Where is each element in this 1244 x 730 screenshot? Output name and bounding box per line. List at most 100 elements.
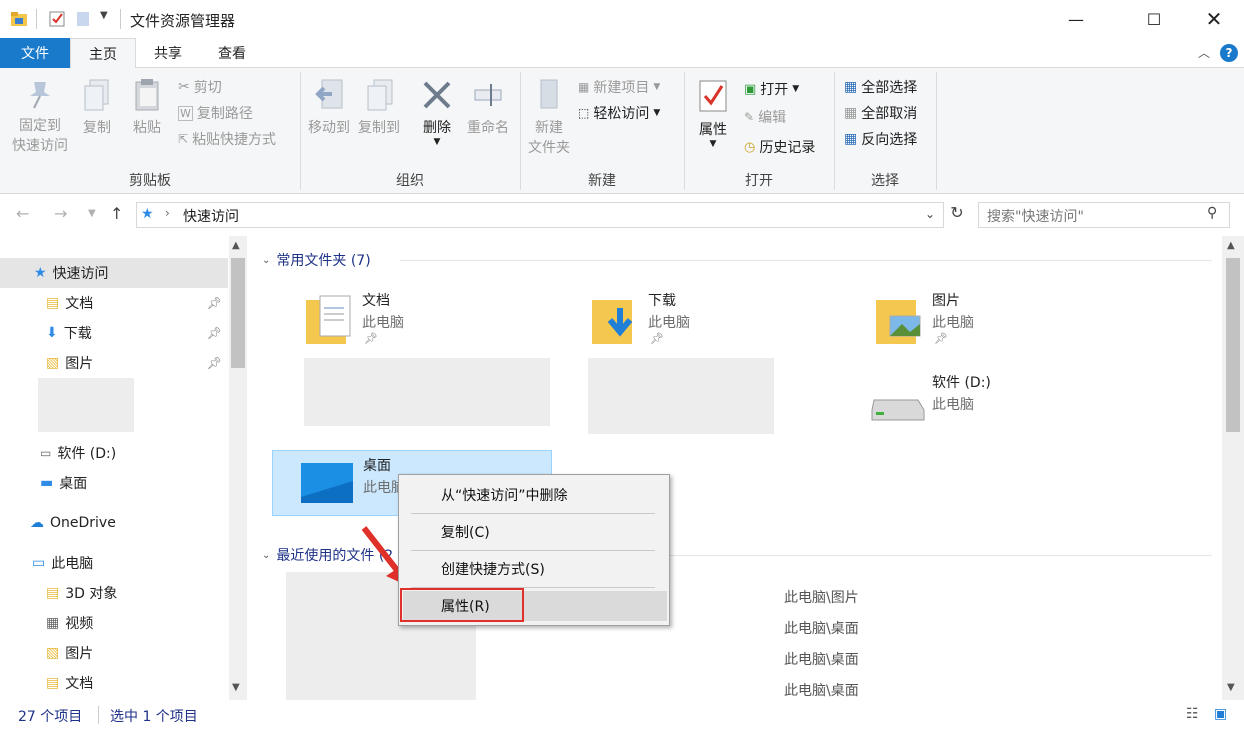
nav-drive-d[interactable]: ▭ 软件 (D:)	[0, 438, 228, 468]
help-icon[interactable]: ?	[1220, 44, 1238, 62]
move-to-button[interactable]: 移动到	[306, 78, 352, 138]
collapse-chevron-icon[interactable]: ⌄	[262, 255, 270, 266]
nav-documents-pc[interactable]: ▤ 文档	[0, 668, 228, 698]
scroll-up-icon[interactable]: ▲	[1227, 240, 1235, 251]
easy-access-button[interactable]: ⬚ 轻松访问 ▼	[578, 102, 660, 124]
scroll-down-icon[interactable]: ▼	[1227, 682, 1235, 693]
maximize-button[interactable]: ☐	[1126, 0, 1182, 38]
tile-downloads[interactable]: 下载 此电脑 📌︎	[586, 286, 866, 354]
frequent-folders-header[interactable]: ⌄ 常用文件夹 (7)	[262, 250, 371, 270]
tab-share[interactable]: 共享	[138, 38, 198, 68]
copy-to-button[interactable]: 复制到	[356, 78, 402, 138]
paste-shortcut-button[interactable]: ⇱ 粘贴快捷方式	[178, 128, 276, 150]
nav-3d-objects[interactable]: ▤ 3D 对象	[0, 578, 228, 608]
search-icon[interactable]: ⚲	[1207, 205, 1217, 221]
collapse-ribbon-icon[interactable]: ︿	[1198, 44, 1210, 61]
tile-location: 此电脑	[932, 397, 974, 413]
customize-quick-access-icon[interactable]: ▼	[100, 10, 108, 21]
nav-label: 快速访问	[52, 266, 109, 282]
collapse-chevron-icon[interactable]: ⌄	[262, 550, 270, 561]
pin-icon[interactable]: 📌︎	[207, 296, 222, 310]
properties-ribbon-button[interactable]: 属性 ▼	[692, 78, 734, 149]
nav-pictures-pc[interactable]: ▧ 图片	[0, 638, 228, 668]
nav-quick-access[interactable]: ★ 快速访问	[0, 258, 228, 288]
breadcrumb-quick-access[interactable]: 快速访问	[183, 206, 239, 226]
copy-path-icon: W	[178, 105, 193, 121]
nav-label: 图片	[65, 646, 94, 662]
cut-button[interactable]: ✂ 剪切	[178, 76, 222, 98]
tile-pictures[interactable]: 图片 此电脑 📌︎	[870, 286, 1150, 354]
paste-button[interactable]: 粘贴	[126, 78, 168, 138]
new-folder-quick-icon[interactable]	[74, 10, 92, 28]
nav-pictures[interactable]: ▧ 图片 📌︎	[0, 348, 228, 378]
refresh-icon[interactable]: ↻	[946, 203, 968, 227]
select-none-button[interactable]: ▦ 全部取消	[844, 102, 917, 124]
large-icons-view-icon[interactable]: ▣	[1214, 706, 1227, 722]
menu-item-create-shortcut[interactable]: 创建快捷方式(S)	[403, 554, 667, 584]
forward-arrow-icon[interactable]: →	[54, 204, 67, 223]
pin-icon[interactable]: 📌︎	[207, 326, 222, 340]
back-arrow-icon[interactable]: ←	[16, 204, 29, 223]
tile-documents[interactable]: 文档 此电脑 📌︎	[300, 286, 580, 354]
rename-button[interactable]: 重命名	[464, 78, 512, 138]
star-icon: ★	[34, 265, 47, 281]
menu-item-remove-from-quick-access[interactable]: 从“快速访问”中删除	[403, 480, 667, 510]
scroll-up-icon[interactable]: ▲	[232, 240, 240, 251]
nav-label: 下载	[63, 326, 92, 342]
open-button[interactable]: ▣ 打开 ▼	[744, 78, 799, 100]
pin-icon: 📌︎	[650, 332, 664, 345]
edit-label: 编辑	[758, 110, 787, 126]
copy-path-button[interactable]: W 复制路径	[178, 102, 253, 124]
nav-this-pc[interactable]: ▭ 此电脑	[0, 548, 228, 578]
pin-icon[interactable]: 📌︎	[207, 356, 222, 370]
menu-item-copy[interactable]: 复制(C)	[403, 517, 667, 547]
new-folder-button[interactable]: 新建 文件夹	[526, 78, 572, 158]
new-group-label: 新建	[588, 173, 616, 189]
nav-videos[interactable]: ▦ 视频	[0, 608, 228, 638]
close-button[interactable]: ✕	[1186, 0, 1242, 38]
pin-quick-access-button[interactable]: 固定到 快速访问	[8, 78, 72, 156]
details-view-icon[interactable]: ☷	[1186, 706, 1199, 722]
tab-home[interactable]: 主页	[70, 38, 136, 69]
edit-button[interactable]: ✎ 编辑	[744, 106, 786, 128]
history-button[interactable]: ◷ 历史记录	[744, 136, 815, 158]
downloads-folder-icon: ⬇	[46, 325, 58, 341]
up-arrow-icon[interactable]: ↑	[110, 204, 123, 223]
history-icon: ◷	[744, 139, 756, 155]
highlight-box	[400, 588, 524, 622]
breadcrumb-chevron-icon[interactable]: ›	[165, 206, 170, 220]
copy-icon	[84, 79, 109, 111]
properties-quick-icon[interactable]	[48, 10, 66, 28]
select-all-button[interactable]: ▦ 全部选择	[844, 76, 917, 98]
nav-label: 视频	[65, 616, 94, 632]
blurred-nav-item	[38, 378, 134, 432]
nav-scrollbar-thumb[interactable]	[231, 258, 245, 368]
invert-selection-button[interactable]: ▦ 反向选择	[844, 128, 917, 150]
search-box[interactable]: 搜索"快速访问" ⚲	[978, 202, 1230, 228]
address-bar[interactable]: ★ › 快速访问 ⌄	[136, 202, 944, 228]
nav-onedrive[interactable]: ☁ OneDrive	[0, 508, 228, 538]
downloads-folder-icon	[592, 300, 633, 344]
scroll-down-icon[interactable]: ▼	[232, 682, 240, 693]
copy-button[interactable]: 复制	[76, 78, 118, 138]
new-item-button[interactable]: ▦ 新建项目 ▼	[578, 76, 660, 98]
select-all-icon: ▦	[844, 79, 858, 95]
address-dropdown-icon[interactable]: ⌄	[925, 207, 935, 221]
nav-label: 文档	[65, 296, 94, 312]
frequent-folders-label: 常用文件夹 (7)	[276, 253, 371, 269]
easy-access-label: 轻松访问	[593, 106, 650, 122]
tile-drive-d[interactable]: 软件 (D:) 此电脑	[870, 368, 1150, 436]
minimize-button[interactable]: —	[1048, 0, 1104, 38]
nav-downloads[interactable]: ⬇ 下载 📌︎	[0, 318, 228, 348]
easy-access-icon: ⬚	[578, 106, 590, 120]
copy-to-label: 复制到	[358, 120, 400, 136]
nav-documents[interactable]: ▤ 文档 📌︎	[0, 288, 228, 318]
tab-file[interactable]: 文件	[0, 38, 70, 68]
select-none-label: 全部取消	[861, 106, 918, 122]
tab-view[interactable]: 查看	[202, 38, 262, 68]
nav-desktop[interactable]: ▬ 桌面	[0, 468, 228, 498]
delete-button[interactable]: 删除 ▼	[418, 78, 456, 147]
content-scrollbar-thumb[interactable]	[1226, 258, 1240, 432]
recent-locations-icon[interactable]: ▼	[88, 208, 96, 219]
videos-folder-icon: ▦	[46, 615, 60, 631]
